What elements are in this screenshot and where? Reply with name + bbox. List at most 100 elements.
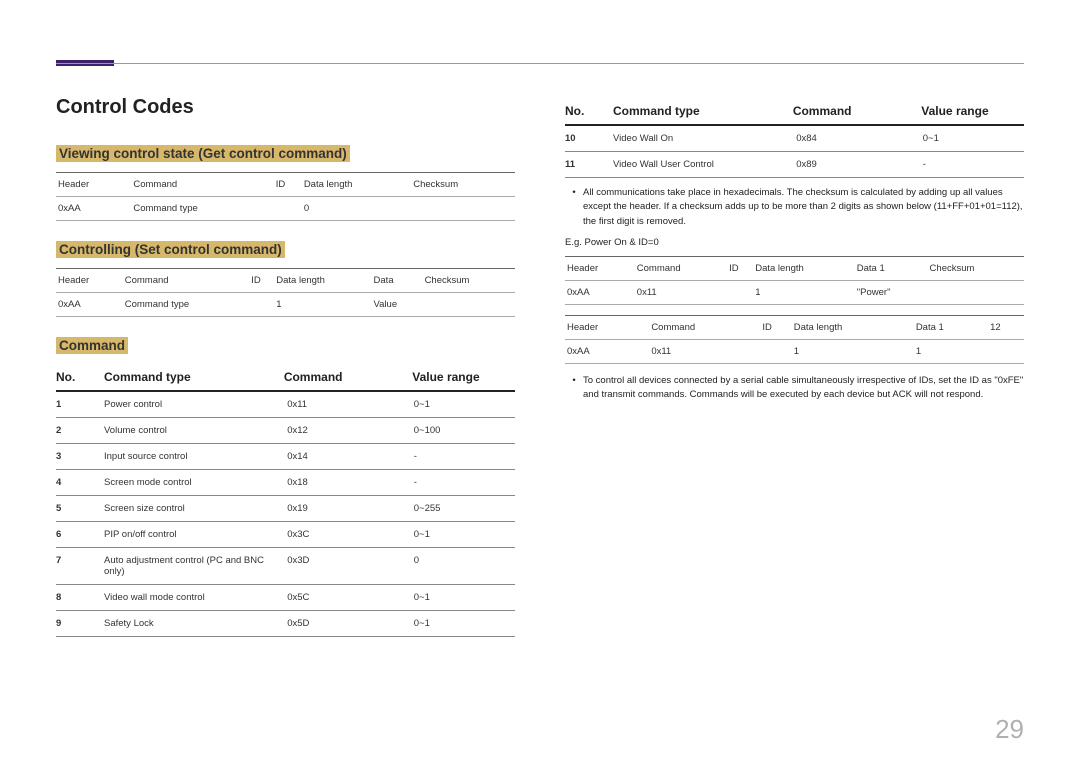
table-get: Header Command ID Data length Checksum 0… <box>56 172 515 221</box>
cell-cmd: 0x12 <box>287 425 414 436</box>
td: 1 <box>276 293 373 317</box>
table-row: 1Power control0x110~1 <box>56 392 515 418</box>
table-row: 8Video wall mode control0x5C0~1 <box>56 585 515 611</box>
td <box>425 293 515 317</box>
table-row: 5Screen size control0x190~255 <box>56 496 515 522</box>
td: 0xAA <box>56 197 133 221</box>
th: Data length <box>304 173 413 197</box>
top-rule <box>56 63 1024 64</box>
cell-type: Video Wall User Control <box>613 159 796 170</box>
table-row: 9Safety Lock0x5D0~1 <box>56 611 515 637</box>
cell-type: Screen size control <box>104 503 287 514</box>
col-type: Command type <box>613 104 793 118</box>
th: Header <box>56 269 125 293</box>
th: Header <box>56 173 133 197</box>
heading-viewing: Viewing control state (Get control comma… <box>56 145 350 162</box>
heading-controlling: Controlling (Set control command) <box>56 241 285 258</box>
cell-no: 11 <box>565 159 613 170</box>
bullet-text: To control all devices connected by a se… <box>583 374 1024 403</box>
cell-range: 0~1 <box>414 618 515 629</box>
td <box>413 197 515 221</box>
th: Data length <box>276 269 373 293</box>
td: 1 <box>755 280 857 304</box>
cell-no: 9 <box>56 618 104 629</box>
th: Command <box>125 269 252 293</box>
th: ID <box>276 173 304 197</box>
bullet-text: All communications take place in hexadec… <box>583 186 1024 229</box>
cell-no: 2 <box>56 425 104 436</box>
table-row: 10Video Wall On0x840~1 <box>565 126 1024 152</box>
table-set: Header Command ID Data length Data Check… <box>56 268 515 317</box>
td <box>729 280 755 304</box>
th: Command <box>637 256 729 280</box>
cell-no: 4 <box>56 477 104 488</box>
heading-command: Command <box>56 337 128 354</box>
page-title: Control Codes <box>56 96 515 119</box>
cmd-table-body-left: 1Power control0x110~12Volume control0x12… <box>56 392 515 637</box>
td: 0x11 <box>637 280 729 304</box>
cell-cmd: 0x5C <box>287 592 414 603</box>
td: Value <box>374 293 425 317</box>
col-range: Value range <box>921 104 1024 118</box>
bullet-note-1: • All communications take place in hexad… <box>565 186 1024 229</box>
example-table-1: Header Command ID Data length Data 1 Che… <box>565 256 1024 305</box>
th: Data 1 <box>916 315 990 339</box>
cell-type: Volume control <box>104 425 287 436</box>
th: Checksum <box>930 256 1024 280</box>
cmd-table-body-right: 10Video Wall On0x840~111Video Wall User … <box>565 126 1024 178</box>
cell-cmd: 0x5D <box>287 618 414 629</box>
example-table-2: Header Command ID Data length Data 1 12 … <box>565 315 1024 364</box>
table-row: 11Video Wall User Control0x89- <box>565 152 1024 178</box>
cell-no: 10 <box>565 133 613 144</box>
td: 1 <box>916 339 990 363</box>
cell-no: 7 <box>56 555 104 577</box>
cell-range: - <box>414 451 515 462</box>
td <box>930 280 1024 304</box>
left-column: Control Codes Viewing control state (Get… <box>56 96 515 637</box>
cell-cmd: 0x14 <box>287 451 414 462</box>
th: Data length <box>755 256 857 280</box>
cell-no: 1 <box>56 399 104 410</box>
cell-type: Power control <box>104 399 287 410</box>
col-range: Value range <box>412 370 515 384</box>
td: Command type <box>133 197 275 221</box>
td <box>276 197 304 221</box>
columns: Control Codes Viewing control state (Get… <box>56 96 1024 637</box>
th: Command <box>651 315 762 339</box>
td: 0xAA <box>565 339 651 363</box>
th: Checksum <box>413 173 515 197</box>
table-row: 2Volume control0x120~100 <box>56 418 515 444</box>
cell-no: 5 <box>56 503 104 514</box>
right-column: No. Command type Command Value range 10V… <box>565 96 1024 637</box>
td <box>990 339 1024 363</box>
bullet-note-2: • To control all devices connected by a … <box>565 374 1024 403</box>
cell-type: Safety Lock <box>104 618 287 629</box>
cell-range: 0 <box>414 555 515 577</box>
cell-range: 0~100 <box>414 425 515 436</box>
col-cmd: Command <box>284 370 412 384</box>
td: "Power" <box>857 280 930 304</box>
cell-no: 3 <box>56 451 104 462</box>
bullet-dot-icon: • <box>565 186 583 229</box>
th: Header <box>565 315 651 339</box>
cell-range: 0~255 <box>414 503 515 514</box>
table-row: 7Auto adjustment control (PC and BNC onl… <box>56 548 515 585</box>
cell-no: 8 <box>56 592 104 603</box>
col-no: No. <box>565 104 613 118</box>
th: ID <box>729 256 755 280</box>
th: ID <box>762 315 793 339</box>
td <box>762 339 793 363</box>
col-no: No. <box>56 370 104 384</box>
th: Command <box>133 173 275 197</box>
cell-cmd: 0x11 <box>287 399 414 410</box>
example-label: E.g. Power On & ID=0 <box>565 237 1024 248</box>
th: Data 1 <box>857 256 930 280</box>
cell-cmd: 0x84 <box>796 133 923 144</box>
cell-range: 0~1 <box>414 399 515 410</box>
td <box>251 293 276 317</box>
cell-range: 0~1 <box>923 133 1024 144</box>
cell-type: Video Wall On <box>613 133 796 144</box>
cell-cmd: 0x3C <box>287 529 414 540</box>
td: 0xAA <box>56 293 125 317</box>
cell-range: - <box>414 477 515 488</box>
